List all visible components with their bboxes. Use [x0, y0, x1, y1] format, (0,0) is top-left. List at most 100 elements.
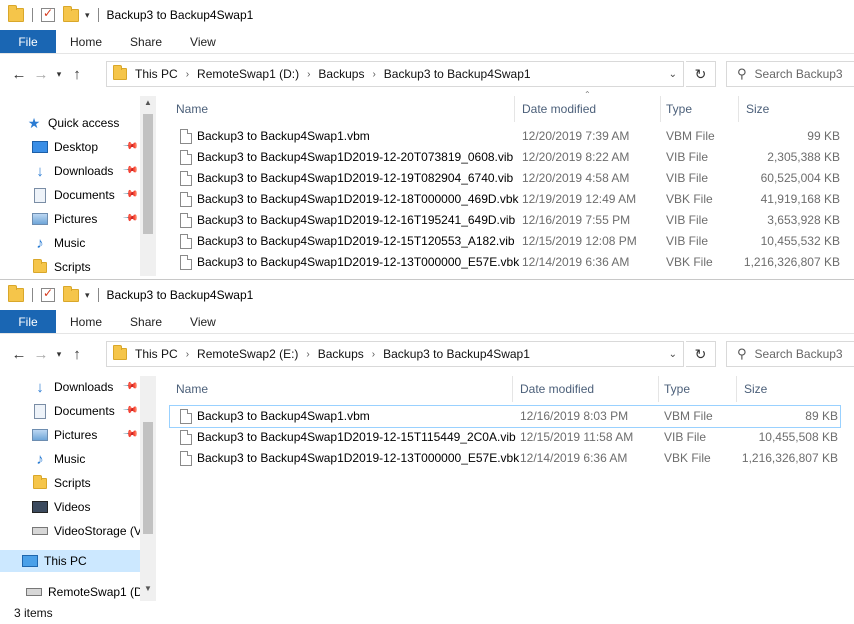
column-divider[interactable] [736, 376, 737, 402]
folder-icon [8, 285, 24, 302]
column-divider[interactable] [738, 96, 739, 122]
customize-quick-access-icon[interactable]: ▾ [85, 290, 90, 301]
file-row[interactable]: Backup3 to Backup4Swap1.vbm 12/16/2019 8:… [169, 405, 841, 428]
chevron-right-icon[interactable]: › [306, 349, 309, 360]
forward-icon[interactable]: → [30, 66, 52, 83]
file-row[interactable]: Backup3 to Backup4Swap1D2019-12-19T08290… [170, 168, 840, 189]
nav-label: Downloads [54, 164, 114, 178]
tab-share[interactable]: Share [116, 30, 176, 53]
file-row[interactable]: Backup3 to Backup4Swap1D2019-12-15T11544… [170, 427, 840, 448]
drive-icon [32, 524, 48, 538]
breadcrumb-current[interactable]: Backup3 to Backup4Swap1 [384, 67, 531, 81]
column-divider[interactable] [514, 96, 515, 122]
chevron-right-icon[interactable]: › [186, 349, 189, 360]
tab-view[interactable]: View [176, 310, 230, 333]
address-bar[interactable]: This PC › RemoteSwap1 (D:) › Backups › Back… [106, 61, 684, 87]
file-row[interactable]: Backup3 to Backup4Swap1D2019-12-18T00000… [170, 189, 840, 210]
search-input[interactable]: ⚲ Search Backup3 [726, 61, 854, 87]
new-folder-icon[interactable] [63, 285, 79, 302]
chevron-down-icon[interactable]: ⌄ [669, 349, 677, 360]
column-date-modified[interactable]: Date modified [522, 96, 662, 122]
nav-scrollbar[interactable]: ▲ [140, 96, 156, 276]
column-type[interactable]: Type [666, 96, 736, 122]
tab-home[interactable]: Home [56, 310, 116, 333]
file-name: Backup3 to Backup4Swap1D2019-12-15T12055… [197, 234, 515, 248]
downloads-icon: ↓ [36, 162, 44, 180]
scroll-down-icon[interactable]: ▼ [140, 584, 156, 593]
column-size[interactable]: Size [746, 96, 836, 122]
tab-view[interactable]: View [176, 30, 230, 53]
file-icon [180, 255, 192, 270]
file-type: VBK File [664, 451, 711, 465]
pictures-icon [32, 212, 48, 226]
file-name: Backup3 to Backup4Swap1D2019-12-16T19524… [197, 213, 516, 227]
tab-share[interactable]: Share [116, 310, 176, 333]
column-name[interactable]: Name [176, 376, 516, 402]
nav-label: Desktop [54, 140, 99, 154]
breadcrumb-current[interactable]: Backup3 to Backup4Swap1 [383, 347, 530, 361]
file-size: 3,653,928 KB [767, 213, 840, 227]
file-type: VBK File [666, 255, 713, 269]
recent-locations-icon[interactable]: ▾ [52, 69, 66, 80]
forward-icon[interactable]: → [30, 346, 52, 363]
tab-file[interactable]: File [0, 310, 56, 333]
up-icon[interactable]: ↑ [66, 66, 88, 83]
column-date-modified[interactable]: Date modified [520, 376, 660, 402]
chevron-right-icon[interactable]: › [186, 69, 189, 80]
column-divider[interactable] [512, 376, 513, 402]
file-row[interactable]: Backup3 to Backup4Swap1D2019-12-13T00000… [170, 252, 840, 273]
file-date-modified: 12/20/2019 8:22 AM [522, 150, 630, 164]
back-icon[interactable]: ← [8, 66, 30, 83]
file-row[interactable]: Backup3 to Backup4Swap1.vbm 12/20/2019 7:… [170, 126, 840, 147]
file-row[interactable]: Backup3 to Backup4Swap1D2019-12-16T19524… [170, 210, 840, 231]
back-icon[interactable]: ← [8, 346, 30, 363]
scrollbar-thumb[interactable] [143, 422, 153, 534]
up-icon[interactable]: ↑ [66, 346, 88, 363]
ribbon-tabs: File Home Share View [0, 30, 854, 54]
chevron-down-icon[interactable]: ⌄ [669, 69, 677, 80]
breadcrumb-drive[interactable]: RemoteSwap2 (E:) [197, 347, 298, 361]
search-icon: ⚲ [737, 346, 747, 361]
properties-icon[interactable] [41, 286, 55, 302]
column-name[interactable]: Name [176, 96, 516, 122]
nav-scrollbar[interactable]: ▼ [140, 376, 156, 601]
nav-label: Music [54, 452, 86, 466]
file-row[interactable]: Backup3 to Backup4Swap1D2019-12-13T00000… [170, 448, 840, 469]
tab-file[interactable]: File [0, 30, 56, 53]
file-size: 10,455,532 KB [760, 234, 840, 248]
file-icon [180, 451, 192, 466]
properties-icon[interactable] [41, 6, 55, 22]
nav-label: Documents [54, 188, 115, 202]
file-row[interactable]: Backup3 to Backup4Swap1D2019-12-20T07381… [170, 147, 840, 168]
tab-home[interactable]: Home [56, 30, 116, 53]
file-date-modified: 12/14/2019 6:36 AM [522, 255, 630, 269]
scrollbar-thumb[interactable] [143, 114, 153, 234]
file-name: Backup3 to Backup4Swap1D2019-12-13T00000… [197, 255, 520, 269]
refresh-icon[interactable]: ↻ [686, 341, 716, 367]
file-icon [180, 171, 192, 186]
explorer-window-2: ▾ Backup3 to Backup4Swap1 File Home Shar… [0, 279, 854, 624]
recent-locations-icon[interactable]: ▾ [52, 349, 66, 360]
column-type[interactable]: Type [664, 376, 734, 402]
column-divider[interactable] [658, 376, 659, 402]
chevron-right-icon[interactable]: › [372, 349, 375, 360]
address-bar[interactable]: This PC › RemoteSwap2 (E:) › Backups › Back… [106, 341, 684, 367]
chevron-right-icon[interactable]: › [307, 69, 310, 80]
refresh-icon[interactable]: ↻ [686, 61, 716, 87]
breadcrumb-backups[interactable]: Backups [318, 67, 364, 81]
breadcrumb-backups[interactable]: Backups [318, 347, 364, 361]
nav-item-this-pc[interactable]: This PC [0, 550, 140, 572]
scroll-up-icon[interactable]: ▲ [140, 98, 156, 107]
desktop-icon [32, 140, 48, 154]
breadcrumb-this-pc[interactable]: This PC [135, 67, 178, 81]
chevron-right-icon[interactable]: › [372, 69, 375, 80]
new-folder-icon[interactable] [63, 5, 79, 22]
breadcrumb-this-pc[interactable]: This PC [135, 347, 178, 361]
nav-label: Videos [54, 500, 91, 514]
breadcrumb-drive[interactable]: RemoteSwap1 (D:) [197, 67, 299, 81]
column-divider[interactable] [660, 96, 661, 122]
column-size[interactable]: Size [744, 376, 834, 402]
search-input[interactable]: ⚲ Search Backup3 [726, 341, 854, 367]
file-row[interactable]: Backup3 to Backup4Swap1D2019-12-15T12055… [170, 231, 840, 252]
customize-quick-access-icon[interactable]: ▾ [85, 10, 90, 21]
